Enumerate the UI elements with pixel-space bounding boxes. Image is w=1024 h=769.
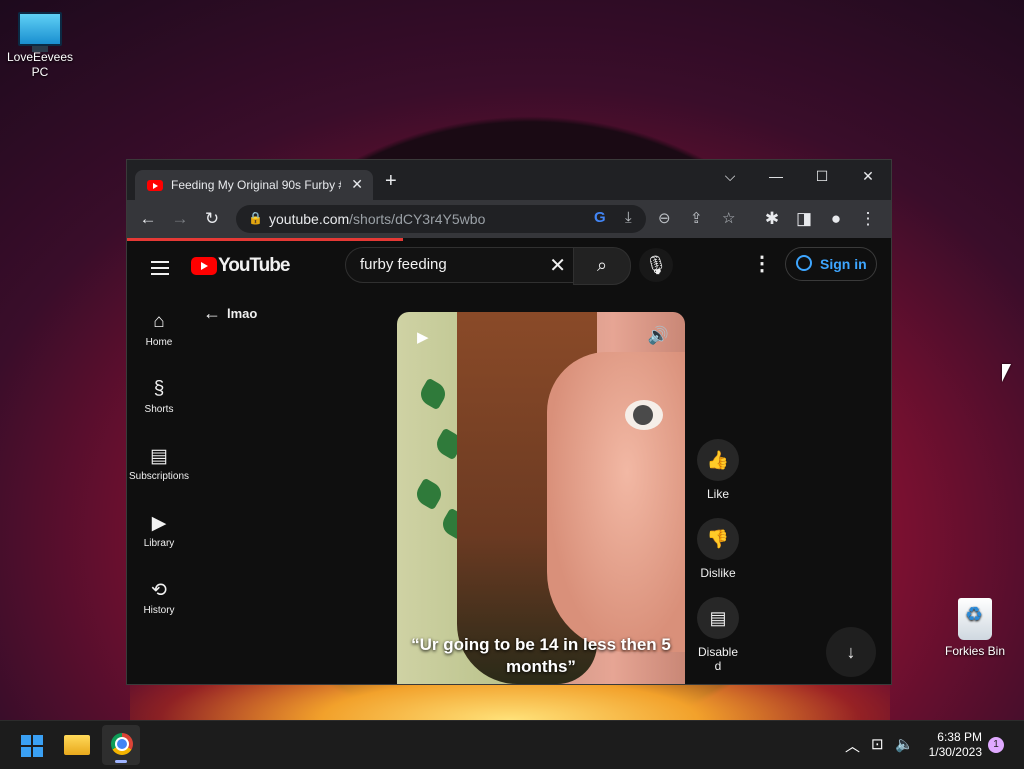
side-panel-icon[interactable]: ◨: [793, 209, 815, 229]
guide-item-history[interactable]: ⟲ History: [127, 567, 191, 634]
desktop-icon-label: Forkies Bin: [944, 644, 1006, 658]
zoom-icon[interactable]: ⊖: [658, 209, 671, 227]
taskbar: ︿ ⊡ 🔈 6:38 PM 1/30/2023 1: [0, 720, 1024, 769]
clock-time: 6:38 PM: [937, 730, 982, 744]
desktop-icon-label: LoveEevees PC: [6, 50, 74, 79]
video-caption: “Ur going to be 14 in less then 5 months…: [411, 635, 671, 676]
minimize-button[interactable]: —: [764, 168, 788, 184]
shorts-icon: §: [153, 378, 165, 399]
desktop-icon-this-pc[interactable]: LoveEevees PC: [0, 12, 80, 80]
chrome-taskbar-button[interactable]: [102, 725, 140, 765]
guide-item-home[interactable]: ⌂ Home: [127, 299, 191, 366]
video-subject-eye: [625, 400, 663, 430]
network-icon[interactable]: ⊡: [871, 735, 884, 753]
settings-menu-icon[interactable]: ⋮: [752, 251, 772, 276]
clear-search-icon[interactable]: ✕: [549, 253, 566, 278]
browser-window: Feeding My Original 90s Furby # ✕ + ⌵ — …: [127, 160, 891, 684]
back-arrow-icon[interactable]: ←: [137, 209, 159, 229]
youtube-page: YouTube furby feeding ✕ ⌕ 🎙 ⋮ Sign in ⌂ H…: [127, 241, 891, 684]
arrow-down-icon: ↓: [846, 642, 856, 662]
comments-button[interactable]: ▤ Disable d: [696, 597, 740, 673]
monitor-icon: [18, 12, 62, 52]
tab-strip: Feeding My Original 90s Furby # ✕ + ⌵ — …: [127, 160, 891, 200]
profile-icon[interactable]: ●: [825, 209, 847, 229]
file-explorer-icon[interactable]: [64, 735, 90, 755]
back-arrow-icon: ←: [203, 303, 221, 323]
start-button[interactable]: [21, 735, 43, 757]
account-icon: [796, 255, 812, 271]
next-video-button[interactable]: ↓: [826, 627, 876, 677]
mini-guide: ⌂ Home § Shorts ▤ Subscriptions ▶ Library ⟲ H…: [127, 299, 191, 634]
clock-date: 1/30/2023: [928, 745, 982, 759]
search-input[interactable]: furby feeding ✕: [345, 247, 575, 283]
thumbs-up-icon: 👍: [697, 439, 739, 481]
voice-search-button[interactable]: 🎙: [639, 248, 673, 282]
thumbs-down-icon: 👎: [697, 518, 739, 560]
subscriptions-icon: ▤: [150, 446, 168, 467]
address-bar[interactable]: 🔒 youtube.com/shorts/dCY3r4Y5wbo G ⤓ ⊖ ⇪…: [236, 205, 735, 233]
url-text: youtube.com/shorts/dCY3r4Y5wbo: [269, 211, 486, 227]
ivy-leaf: [416, 377, 450, 411]
maximize-button[interactable]: ☐: [810, 168, 834, 185]
google-lens-icon[interactable]: G: [594, 209, 606, 226]
tab-close-icon[interactable]: ✕: [351, 176, 363, 193]
ivy-leaf: [412, 477, 446, 511]
youtube-favicon-icon: [147, 180, 163, 191]
search-value: furby feeding: [360, 256, 447, 273]
volume-icon[interactable]: 🔊: [648, 326, 669, 346]
recycle-bin-icon: [958, 598, 992, 640]
mouse-cursor-icon: [1002, 364, 1011, 382]
browser-toolbar: ← → ↻ 🔒 youtube.com/shorts/dCY3r4Y5wbo G…: [127, 200, 891, 238]
shorts-video-player[interactable]: ▶ 🔊 “Ur going to be 14 in less then 5 mo…: [397, 312, 685, 684]
sign-in-button[interactable]: Sign in: [785, 247, 877, 281]
desktop-icon-recycle-bin[interactable]: Forkies Bin: [935, 598, 1015, 659]
chrome-menu-icon[interactable]: ⋮: [857, 209, 879, 229]
dislike-button[interactable]: 👎 Dislike: [696, 518, 740, 580]
share-icon[interactable]: ⇪: [690, 209, 703, 227]
lock-icon: 🔒: [248, 211, 263, 225]
back-to-channel-link[interactable]: ← lmao: [203, 303, 257, 324]
running-indicator: [115, 760, 127, 763]
new-tab-button[interactable]: +: [385, 171, 397, 191]
chrome-icon: [111, 733, 133, 755]
hamburger-menu-icon[interactable]: [151, 257, 169, 279]
guide-item-subscriptions[interactable]: ▤ Subscriptions: [127, 433, 191, 500]
forward-arrow-icon[interactable]: →: [169, 209, 191, 229]
microphone-icon: 🎙: [644, 255, 668, 275]
close-window-button[interactable]: ✕: [856, 168, 880, 185]
show-hidden-icons-chevron-icon[interactable]: ︿: [845, 735, 860, 756]
taskbar-clock[interactable]: 6:38 PM 1/30/2023: [918, 730, 982, 760]
reload-icon[interactable]: ↻: [201, 209, 223, 229]
install-app-icon[interactable]: ⤓: [625, 209, 632, 226]
guide-item-shorts[interactable]: § Shorts: [127, 366, 191, 433]
library-icon: ▶: [151, 513, 167, 534]
volume-icon[interactable]: 🔈: [895, 735, 914, 753]
bookmark-star-icon[interactable]: ☆: [722, 209, 735, 227]
notification-badge[interactable]: 1: [988, 737, 1004, 753]
extensions-puzzle-icon[interactable]: ✱: [761, 209, 783, 229]
like-button[interactable]: 👍 Like: [696, 439, 740, 501]
youtube-logo[interactable]: YouTube: [191, 255, 290, 277]
comment-icon: ▤: [697, 597, 739, 639]
browser-tab-active[interactable]: Feeding My Original 90s Furby # ✕: [135, 170, 373, 200]
search-button[interactable]: ⌕: [573, 247, 631, 285]
tab-search-chevron-icon[interactable]: ⌵: [718, 168, 742, 185]
video-subject-face: [547, 352, 685, 652]
home-icon: ⌂: [153, 311, 165, 332]
tab-title: Feeding My Original 90s Furby #: [171, 178, 341, 192]
history-icon: ⟲: [151, 580, 167, 601]
play-icon[interactable]: ▶: [417, 328, 429, 346]
youtube-play-icon: [191, 257, 217, 275]
guide-item-library[interactable]: ▶ Library: [127, 500, 191, 567]
search-icon: ⌕: [596, 255, 608, 275]
